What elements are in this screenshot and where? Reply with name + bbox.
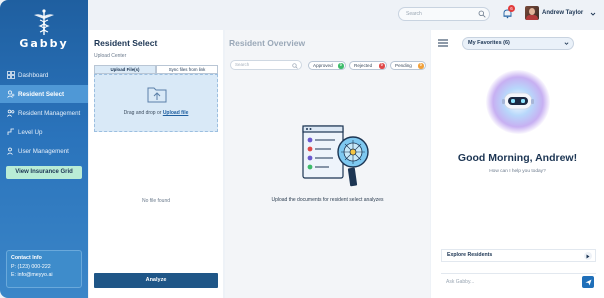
- upload-center-label: Upload Center: [94, 53, 127, 59]
- chevron-down-icon: [564, 42, 569, 45]
- brand-name: Gabby: [19, 37, 69, 50]
- avatar[interactable]: [525, 6, 539, 20]
- sidebar-item-user-management[interactable]: User Management: [0, 142, 88, 160]
- contact-info-card: Contact Info P: (123) 000-222 E: info@me…: [6, 250, 82, 288]
- chip-count: 0: [338, 63, 344, 69]
- resident-overview-title: Resident Overview: [229, 38, 306, 48]
- overview-search-placeholder: Search: [235, 62, 250, 67]
- tab-sync-from-link[interactable]: Sync files from link: [156, 65, 218, 74]
- chip-count: 0: [418, 63, 424, 69]
- resident-select-title: Resident Select: [94, 38, 158, 48]
- document-analysis-illustration: [302, 125, 369, 187]
- sidebar: Gabby Dashboard Resident Select Resident…: [0, 0, 88, 298]
- filter-chip-pending[interactable]: Pending 0: [390, 61, 426, 70]
- robot-icon: [502, 92, 534, 110]
- tab-upload-files[interactable]: Upload File(s): [94, 65, 156, 74]
- arrow-right-icon: [584, 252, 592, 260]
- search-icon: [478, 10, 486, 18]
- file-drop-zone[interactable]: Drag and drop or Upload file: [94, 74, 218, 132]
- grid-icon: [7, 71, 15, 79]
- chat-input[interactable]: Ask Gabby...: [441, 273, 596, 290]
- chip-label: Rejected: [354, 63, 373, 68]
- sidebar-item-resident-management[interactable]: Resident Management: [0, 104, 88, 122]
- favorites-dropdown[interactable]: My Favorites (6): [462, 37, 574, 50]
- greeting-heading: Good Morning, Andrew!: [457, 152, 578, 164]
- contact-title: Contact Info: [11, 255, 42, 261]
- greeting-subtext: How can I help you today?: [489, 169, 546, 174]
- contact-phone: P: (123) 000-222: [11, 263, 51, 270]
- caduceus-icon: [34, 9, 54, 35]
- chat-placeholder: Ask Gabby...: [446, 279, 475, 285]
- user-name[interactable]: Andrew Taylor: [542, 10, 583, 16]
- filter-chip-approved[interactable]: Approved 0: [308, 61, 346, 70]
- assistant-panel: My Favorites (6) Good Morning, Andrew! H…: [431, 30, 604, 298]
- folder-upload-icon: [147, 87, 167, 103]
- chip-count: 0: [379, 63, 385, 69]
- level-up-icon: [7, 128, 14, 135]
- overview-empty-message: Upload the documents for resident select…: [271, 197, 384, 203]
- menu-icon[interactable]: [438, 39, 448, 47]
- user-search-icon: [7, 90, 15, 98]
- sidebar-item-label: Dashboard: [18, 71, 49, 79]
- sidebar-nav: Dashboard Resident Select Resident Manag…: [0, 66, 88, 161]
- drop-instructions: Drag and drop or Upload file: [95, 110, 217, 116]
- sidebar-item-label: Resident Management: [18, 109, 81, 117]
- favorites-label: My Favorites (6): [468, 40, 510, 46]
- explore-residents-button[interactable]: Explore Residents: [441, 249, 596, 262]
- send-button[interactable]: [582, 276, 594, 288]
- sidebar-item-label: User Management: [18, 147, 69, 155]
- search-icon: [292, 62, 298, 69]
- sidebar-item-resident-select[interactable]: Resident Select: [0, 85, 88, 103]
- notification-badge: 6: [508, 5, 515, 12]
- chevron-down-icon[interactable]: [590, 11, 596, 17]
- users-icon: [7, 109, 15, 117]
- chip-label: Approved: [313, 63, 333, 68]
- drop-text: Drag and drop or: [123, 110, 162, 116]
- send-icon: [585, 279, 591, 285]
- chip-label: Pending: [395, 63, 412, 68]
- filter-chip-rejected[interactable]: Rejected 0: [349, 61, 387, 70]
- explore-label: Explore Residents: [447, 252, 493, 258]
- file-list-empty-state: No file found: [94, 134, 218, 268]
- sidebar-item-label: Level Up: [18, 128, 43, 136]
- resident-overview-panel: Resident Overview Search Approved 0 Reje…: [225, 30, 430, 298]
- sidebar-item-dashboard[interactable]: Dashboard: [0, 66, 88, 84]
- analyze-button[interactable]: Analyze: [94, 273, 218, 288]
- global-search-input[interactable]: Search: [398, 7, 490, 21]
- upload-file-link[interactable]: Upload file: [163, 110, 189, 116]
- logo: Gabby: [0, 8, 88, 50]
- view-insurance-grid-button[interactable]: View Insurance Grid: [6, 166, 82, 179]
- overview-search-input[interactable]: Search: [230, 60, 302, 70]
- search-placeholder: Search: [406, 11, 422, 17]
- users-cog-icon: [7, 147, 13, 155]
- sidebar-item-label: Resident Select: [18, 90, 65, 98]
- sidebar-item-level-up[interactable]: Level Up: [0, 123, 88, 141]
- resident-select-panel: Resident Select Upload Center Upload Fil…: [89, 30, 223, 298]
- upload-tabs: Upload File(s) Sync files from link: [94, 65, 218, 74]
- contact-email: E: info@meyyo.ai: [11, 272, 53, 278]
